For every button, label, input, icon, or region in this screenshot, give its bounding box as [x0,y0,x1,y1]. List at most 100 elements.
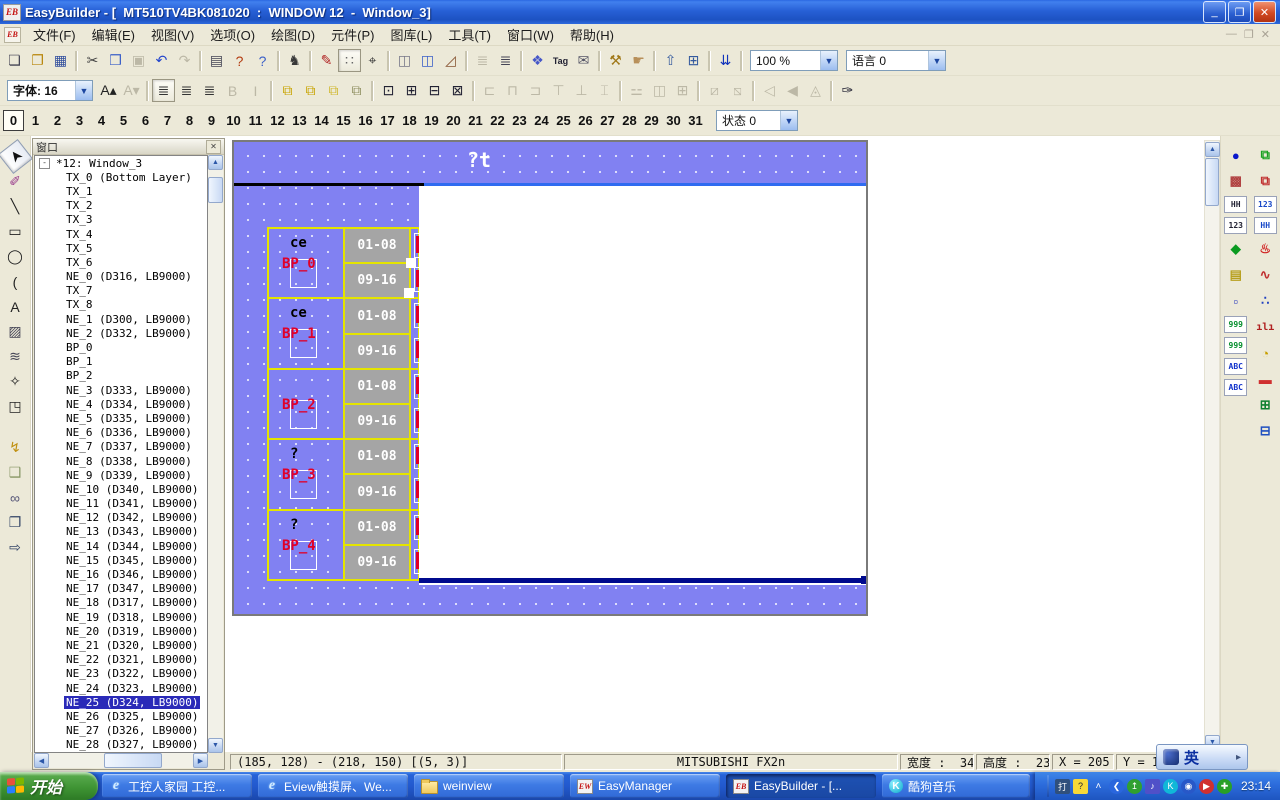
state-number-button[interactable]: 27 [597,110,618,131]
close-button[interactable]: ✕ [1253,1,1276,23]
format-button[interactable]: ⊞ [400,79,423,102]
element-button[interactable]: 123 [1254,196,1277,213]
state-number-button[interactable]: 4 [91,110,112,131]
edge-cell[interactable] [411,474,418,508]
format-button[interactable]: ◀ [781,79,804,102]
mdi-minimize-button[interactable]: — [1226,28,1237,41]
chevron-down-icon[interactable]: ▼ [928,51,945,70]
tree-item[interactable]: NE_17 (D347, LB9000) [35,582,207,596]
tree-item[interactable]: NE_10 (D340, LB9000) [35,482,207,496]
format-button[interactable]: ⊏ [478,79,501,102]
font-size-select[interactable]: 字体: 16 ▼ [7,80,93,101]
state-number-button[interactable]: 9 [201,110,222,131]
draw-tool-button[interactable]: ▭ [3,219,28,244]
range-cell[interactable]: 01-08 [345,370,409,405]
tree-item[interactable]: NE_21 (D320, LB9000) [35,638,207,652]
toolbar-button[interactable]: ✂ [81,49,104,72]
state-number-button[interactable]: 1 [25,110,46,131]
format-button[interactable] [619,81,622,101]
edge-cell[interactable] [411,299,418,333]
tree-horizontal-scrollbar[interactable]: ◀ ▶ [34,753,208,768]
scrollbar-thumb[interactable] [104,753,162,768]
format-button[interactable]: ⧉ [276,79,299,102]
group-label-cell[interactable]: ? BP_4 [269,511,343,579]
menu-item[interactable]: 选项(O) [202,23,263,46]
format-button[interactable]: ⊤ [547,79,570,102]
toolbar-button[interactable] [387,51,390,71]
mdi-close-button[interactable]: ✕ [1261,28,1270,41]
format-button[interactable] [752,81,755,101]
range-cell[interactable]: 09-16 [345,405,409,438]
taskbar-task-easymanager[interactable]: EW EasyManager [570,774,720,798]
state-number-button[interactable]: 25 [553,110,574,131]
tree-item[interactable]: NE_25 (D324, LB9000) [35,695,207,709]
toolbar-button[interactable]: ≣ [494,49,517,72]
state-number-button[interactable]: 24 [531,110,552,131]
toolbar-button[interactable]: ❒ [104,49,127,72]
title-bar[interactable]: EB EasyBuilder - [ MT510TV4BK081020 : WI… [0,0,1280,24]
tree-item[interactable]: BP_0 [35,340,207,354]
state-number-button[interactable]: 13 [289,110,310,131]
format-button[interactable]: ◬ [804,79,827,102]
format-button[interactable]: ⧉ [299,79,322,102]
format-button[interactable]: I [244,79,267,102]
state-number-button[interactable]: 12 [267,110,288,131]
tray-icon[interactable]: ˄ [1091,779,1106,794]
taskbar-task-gongkong[interactable]: e 工控人家园 工控... [102,774,252,798]
tray-icon[interactable]: 打 [1055,779,1070,794]
format-button[interactable]: ⊞ [671,79,694,102]
state-number-button[interactable]: 30 [663,110,684,131]
selection-handle[interactable] [404,288,414,298]
toolbar-button[interactable] [598,51,601,71]
format-button[interactable] [472,81,475,101]
restore-button[interactable]: ❐ [1228,1,1251,23]
format-button[interactable]: ⧉ [322,79,345,102]
tree-item[interactable]: NE_9 (D339, LB9000) [35,468,207,482]
menu-item[interactable]: 绘图(D) [263,23,323,46]
toolbar-button[interactable]: ☛ [627,49,650,72]
toolbar-button[interactable]: ? [251,49,274,72]
element-button[interactable]: ◔ [1253,342,1277,364]
toolbar-button[interactable] [199,51,202,71]
range-cell[interactable]: 09-16 [345,546,409,579]
format-button[interactable]: ≣ [198,79,221,102]
toolbar-button[interactable] [740,51,743,71]
tree-item[interactable]: NE_27 (D326, LB9000) [35,724,207,738]
element-button[interactable]: ABC [1224,379,1247,396]
state-number-button[interactable]: 3 [69,110,90,131]
chevron-down-icon[interactable]: ▼ [780,111,797,130]
selection-handle[interactable] [406,258,416,268]
state-number-button[interactable]: 29 [641,110,662,131]
chevron-down-icon[interactable]: ▼ [820,51,837,70]
element-button[interactable]: 123 [1224,217,1247,234]
taskbar-clock[interactable]: 23:14 [1241,779,1271,793]
range-cell[interactable]: 09-16 [345,475,409,508]
bp-object-label[interactable]: BP_2 [282,397,316,413]
edge-cell[interactable] [411,404,418,438]
tree-item[interactable]: NE_26 (D325, LB9000) [35,709,207,723]
state-number-button[interactable]: 21 [465,110,486,131]
state-number-button[interactable]: 0 [3,110,24,131]
scrollbar-thumb[interactable] [208,177,223,203]
state-number-button[interactable]: 7 [157,110,178,131]
tray-icon[interactable]: ❮ [1109,779,1124,794]
tree-item[interactable]: NE_14 (D344, LB9000) [35,539,207,553]
format-button[interactable] [270,81,273,101]
draw-tool-button[interactable]: ❑ [3,460,28,485]
taskbar-task-kugou[interactable]: K 酷狗音乐 [882,774,1030,798]
ime-language-band[interactable]: 英 ▸ [1156,744,1248,770]
bp-object-label[interactable]: BP_1 [282,326,316,342]
format-button[interactable] [371,81,374,101]
taskbar-task-eview[interactable]: e Eview触摸屏、We... [258,774,408,798]
menu-item[interactable]: 窗口(W) [499,23,562,46]
state-number-button[interactable]: 18 [399,110,420,131]
toolbar-button[interactable]: ⚒ [604,49,627,72]
format-button[interactable]: ⊓ [501,79,524,102]
draw-tool-button[interactable]: ╲ [3,194,28,219]
element-button[interactable]: ● [1224,144,1248,166]
state-number-button[interactable]: 28 [619,110,640,131]
format-button[interactable]: ⊐ [524,79,547,102]
state-number-button[interactable]: 31 [685,110,706,131]
edge-cell[interactable] [411,334,418,368]
group-label-cell[interactable]: ? BP_3 [269,440,343,508]
